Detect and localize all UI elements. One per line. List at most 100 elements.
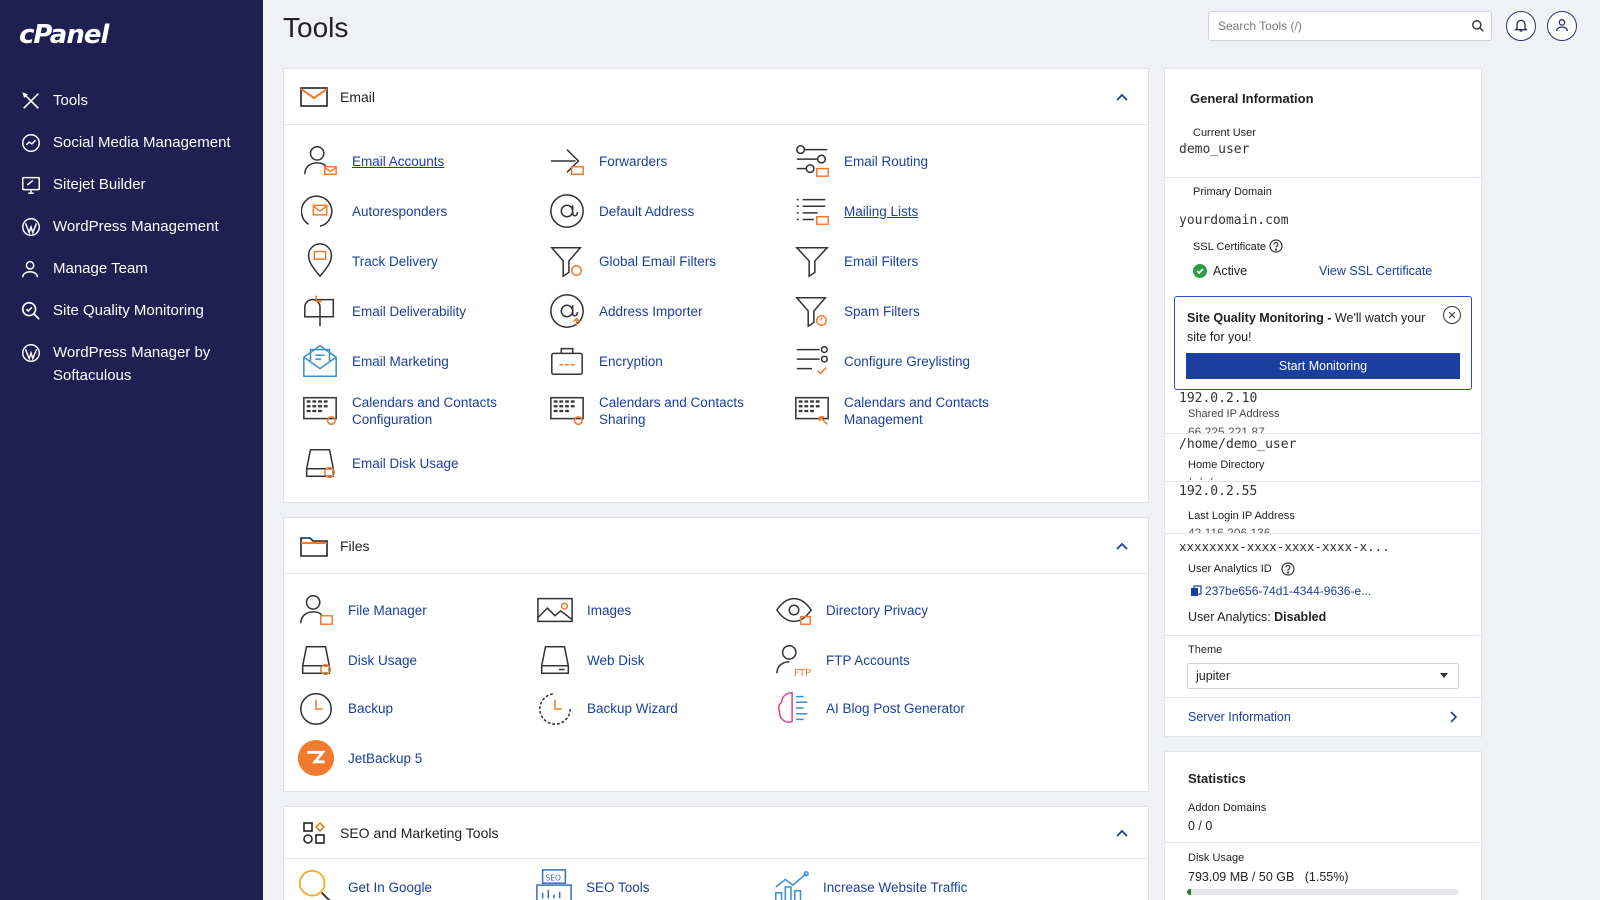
divider (1165, 433, 1483, 434)
disk-usage-icon (300, 443, 340, 483)
tool-address-importer[interactable]: Address Importer (547, 291, 703, 331)
tool-forwarders[interactable]: Forwarders (547, 141, 667, 181)
view-ssl-link[interactable]: View SSL Certificate (1319, 264, 1432, 278)
email-panel-header[interactable]: Email (284, 69, 1148, 125)
tool-email-routing[interactable]: Email Routing (792, 141, 928, 181)
ssl-status: Active (1213, 264, 1248, 278)
tool-email-marketing[interactable]: Email Marketing (300, 341, 449, 381)
email-envelope-icon (300, 83, 328, 111)
chevron-up-icon[interactable] (1114, 89, 1130, 105)
tool-directory-privacy[interactable]: Directory Privacy (774, 590, 928, 630)
tool-increase-website-traffic[interactable]: Increase Website Traffic (771, 867, 967, 900)
user-menu-button[interactable] (1547, 11, 1577, 41)
tool-track-delivery[interactable]: Track Delivery (300, 241, 438, 281)
mailing-lists-icon (792, 191, 832, 231)
tool-get-in-google[interactable]: Get In Google (296, 867, 432, 900)
greylisting-icon (792, 341, 832, 381)
close-icon[interactable]: ✕ (1443, 306, 1461, 324)
search-box (1208, 11, 1492, 41)
home-dir-label: Home Directory (1188, 459, 1265, 471)
tool-email-accounts[interactable]: Email Accounts (300, 141, 444, 181)
sidebar-item-manage-team[interactable]: Manage Team (0, 248, 263, 290)
ssl-label: SSL Certificate (1193, 241, 1266, 253)
sidebar-item-wordpress-softaculous[interactable]: WordPress Manager by Softaculous (0, 332, 263, 396)
current-user-value: demo_user (1179, 142, 1250, 157)
tool-ftp-accounts[interactable]: FTP FTP Accounts (774, 640, 910, 680)
tool-default-address[interactable]: Default Address (547, 191, 694, 231)
sidebar-item-label: WordPress Manager by Softaculous (53, 344, 211, 384)
tool-file-manager[interactable]: File Manager (296, 590, 427, 630)
tool-email-filters[interactable]: Email Filters (792, 241, 918, 281)
user-icon (1554, 17, 1570, 36)
sitejet-icon (19, 173, 43, 197)
divider (1165, 635, 1483, 636)
tool-ai-blog-post-generator[interactable]: AI Blog Post Generator (774, 688, 965, 728)
sidebar-item-wordpress[interactable]: WordPress Management (0, 206, 263, 248)
tool-images[interactable]: Images (535, 590, 631, 630)
seo-panel-header[interactable]: SEO and Marketing Tools (284, 807, 1148, 859)
tool-email-deliverability[interactable]: Email Deliverability (300, 291, 466, 331)
search-icon[interactable] (1465, 19, 1491, 33)
tool-calendars-contacts-sharing[interactable]: Calendars and Contacts Sharing (547, 391, 769, 431)
home-dir-hidden: / / / (1188, 475, 1215, 480)
filter-icon (792, 241, 832, 281)
analytics-label: User Analytics: (1188, 610, 1271, 624)
tool-global-email-filters[interactable]: Global Email Filters (547, 241, 716, 281)
email-accounts-icon (300, 141, 340, 181)
tool-calendars-contacts-config[interactable]: Calendars and Contacts Configuration (300, 391, 522, 431)
help-icon[interactable] (1281, 562, 1295, 579)
sidebar-item-social-media[interactable]: Social Media Management (0, 122, 263, 164)
spam-filter-icon (792, 291, 832, 331)
sidebar-item-sitejet[interactable]: Sitejet Builder (0, 164, 263, 206)
theme-select[interactable]: jupiter (1187, 663, 1459, 689)
disk-usage-progress (1187, 889, 1459, 895)
autoresponders-icon (300, 191, 340, 231)
tool-seo-tools[interactable]: SEO SEO Tools (534, 867, 650, 900)
sidebar-item-label: Site Quality Monitoring (53, 302, 204, 319)
tool-disk-usage[interactable]: Disk Usage (296, 640, 417, 680)
tool-jetbackup[interactable]: JetBackup 5 (296, 738, 422, 778)
sidebar-item-tools[interactable]: Tools (0, 80, 263, 122)
cpanel-logo[interactable]: cPanel (19, 20, 109, 50)
chevron-up-icon[interactable] (1114, 538, 1130, 554)
current-user-label: Current User (1193, 127, 1256, 139)
tool-mailing-lists[interactable]: Mailing Lists (792, 191, 918, 231)
tool-web-disk[interactable]: Web Disk (535, 640, 645, 680)
tool-backup-wizard[interactable]: Backup Wizard (535, 688, 678, 728)
sidebar-item-site-quality[interactable]: Site Quality Monitoring (0, 290, 263, 332)
search-input[interactable] (1209, 12, 1465, 40)
site-quality-icon (19, 299, 43, 323)
addon-domains-label: Addon Domains (1188, 802, 1267, 814)
check-circle-icon (1193, 264, 1207, 281)
disk-usage-fill (1187, 889, 1192, 895)
calendar-manage-icon (792, 391, 832, 431)
filter-globe-icon (547, 241, 587, 281)
tool-calendars-contacts-management[interactable]: Calendars and Contacts Management (792, 391, 1014, 431)
traffic-chart-icon (771, 867, 811, 900)
shared-ip-value: 192.0.2.10 (1179, 391, 1258, 406)
panel-title: Files (340, 537, 370, 554)
general-info-title: General Information (1190, 91, 1314, 106)
analytics-id-value[interactable]: 237be656-74d1-4344-9636-e... (1205, 584, 1371, 598)
tool-encryption[interactable]: Encryption (547, 341, 663, 381)
chevron-up-icon[interactable] (1114, 825, 1130, 841)
notifications-button[interactable] (1506, 11, 1536, 41)
chevron-right-icon[interactable] (1447, 710, 1459, 727)
sidebar-item-label: Sitejet Builder (53, 176, 146, 193)
tool-autoresponders[interactable]: Autoresponders (300, 191, 447, 231)
tool-spam-filters[interactable]: Spam Filters (792, 291, 920, 331)
sidebar-item-label: Social Media Management (53, 134, 231, 151)
tool-backup[interactable]: Backup (296, 688, 393, 728)
mailbox-icon (300, 291, 340, 331)
help-icon[interactable] (1269, 239, 1283, 256)
backup-icon (296, 688, 336, 728)
server-info-link[interactable]: Server Information (1188, 710, 1291, 724)
tool-configure-greylisting[interactable]: Configure Greylisting (792, 341, 970, 381)
copy-icon[interactable] (1190, 585, 1202, 600)
folder-icon (300, 532, 328, 560)
sidebar-item-label: WordPress Management (53, 218, 219, 235)
files-panel-header[interactable]: Files (284, 518, 1148, 574)
tool-email-disk-usage[interactable]: Email Disk Usage (300, 443, 459, 483)
tools-icon (19, 89, 43, 113)
start-monitoring-button[interactable]: Start Monitoring (1186, 353, 1460, 379)
